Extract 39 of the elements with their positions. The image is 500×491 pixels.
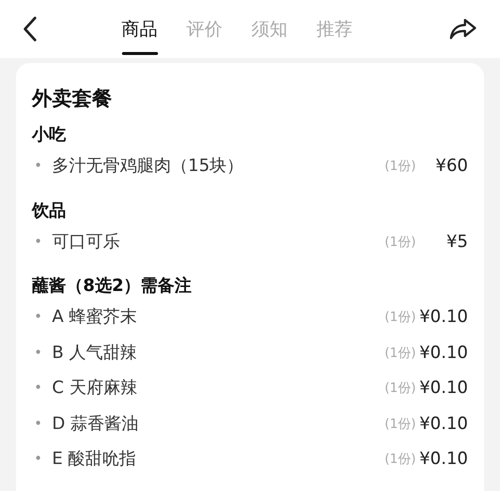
- item-quantity: (1份): [384, 451, 416, 469]
- item-price: ¥60: [434, 155, 468, 178]
- bullet: •: [33, 450, 44, 470]
- item-quantity: (1份): [384, 309, 416, 327]
- tab[interactable]: 须知: [252, 0, 288, 58]
- item-name: B 人气甜辣: [52, 342, 138, 364]
- item-price: ¥0.10: [418, 306, 468, 329]
- item-price: ¥0.10: [418, 448, 468, 471]
- item-price: ¥0.10: [418, 377, 468, 400]
- share-icon[interactable]: [448, 17, 478, 41]
- section-heading: 饮品: [32, 200, 67, 222]
- item-quantity: (1份): [384, 380, 416, 398]
- item-name: 可口可乐: [52, 230, 121, 254]
- item-price: ¥5: [445, 230, 468, 254]
- bullet: •: [33, 344, 44, 363]
- item-quantity: (1份): [384, 416, 416, 434]
- tab-indicator: [122, 52, 158, 55]
- item-name: A 蜂蜜芥末: [52, 306, 138, 329]
- tab[interactable]: 商品: [122, 0, 158, 58]
- bullet: •: [33, 308, 44, 328]
- item-quantity: (1份): [384, 158, 416, 176]
- item-price: ¥0.10: [418, 412, 468, 436]
- bullet: •: [33, 414, 44, 434]
- item-name: 多汁无骨鸡腿肉（15块）: [52, 155, 245, 178]
- section-heading: 小吃: [32, 124, 67, 147]
- bullet: •: [33, 379, 44, 398]
- item-price: ¥0.10: [418, 342, 468, 364]
- card-title: 外卖套餐: [32, 85, 113, 112]
- tab[interactable]: 推荐: [316, 0, 352, 58]
- section-heading: 蘸酱（8选2）需备注: [32, 275, 193, 298]
- tab[interactable]: 评价: [186, 0, 222, 58]
- item-quantity: (1份): [384, 234, 416, 252]
- item-quantity: (1份): [384, 344, 416, 362]
- item-name: E 酸甜吮指: [52, 448, 138, 471]
- item-name: C 天府麻辣: [52, 377, 138, 400]
- bullet: •: [33, 232, 44, 252]
- bullet: •: [33, 157, 44, 176]
- item-name: D 蒜香酱油: [52, 412, 140, 436]
- back-icon[interactable]: [22, 16, 38, 42]
